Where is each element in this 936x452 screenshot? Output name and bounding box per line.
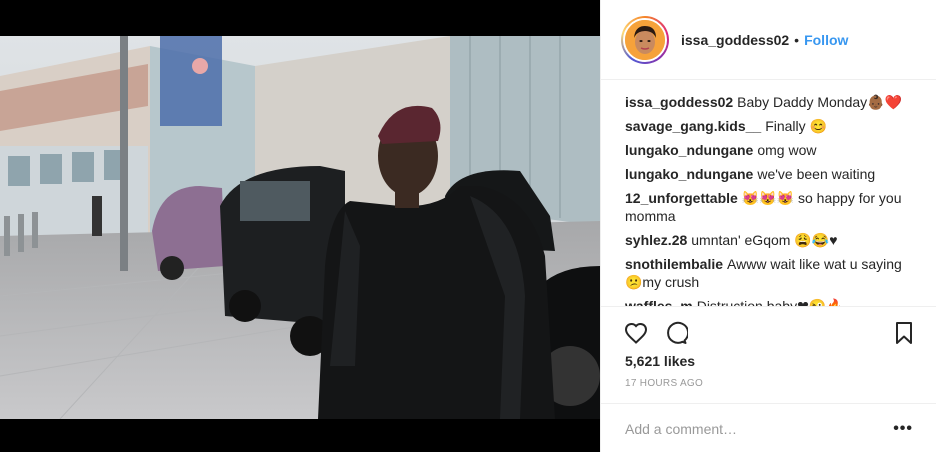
heart-icon[interactable] <box>623 320 649 346</box>
header-username[interactable]: issa_goddess02 <box>681 32 789 48</box>
more-options-icon[interactable]: ••• <box>893 420 913 438</box>
likes-count[interactable]: 5,621 likes <box>625 353 695 369</box>
avatar-image <box>623 17 667 62</box>
comment-item: waffles_m Distruction baby❤😜🔥 <box>625 297 915 306</box>
comment-item: savage_gang.kids__ Finally 😊 <box>625 117 915 135</box>
post-timestamp[interactable]: 17 HOURS AGO <box>625 378 703 389</box>
comment-item: issa_goddess02 Baby Daddy Monday👶🏾❤️ <box>625 93 915 111</box>
comment-text: Distruction baby❤😜🔥 <box>696 298 844 306</box>
comment-text: we've been waiting <box>757 166 876 182</box>
comment-username[interactable]: 12_unforgettable <box>625 190 738 206</box>
bookmark-icon[interactable] <box>891 320 917 346</box>
post-sidebar: issa_goddess02 • Follow issa_goddess02 Ba… <box>600 0 936 452</box>
comment-username[interactable]: snothilembalie <box>625 256 723 272</box>
comment-item: lungako_ndungane we've been waiting <box>625 165 915 183</box>
comment-item: 12_unforgettable 😻😻😻 so happy for you mom… <box>625 189 915 225</box>
comment-username[interactable]: savage_gang.kids__ <box>625 118 761 134</box>
comment-username[interactable]: waffles_m <box>625 298 693 306</box>
comment-text: Baby Daddy Monday👶🏾❤️ <box>737 94 902 110</box>
post-photo[interactable] <box>0 36 600 419</box>
comments-list: issa_goddess02 Baby Daddy Monday👶🏾❤️ sava… <box>601 80 936 306</box>
comment-bubble-icon[interactable] <box>663 320 689 346</box>
comment-username[interactable]: syhlez.28 <box>625 232 687 248</box>
comment-item: snothilembalie Awww wait like wat u sayin… <box>625 255 915 291</box>
photo-pane <box>0 0 600 452</box>
post-actions: 5,621 likes 17 HOURS AGO ••• <box>601 306 936 452</box>
comment-username[interactable]: issa_goddess02 <box>625 94 733 110</box>
comment-item: lungako_ndungane omg wow <box>625 141 915 159</box>
street-scene-image <box>0 36 600 419</box>
follow-button[interactable]: Follow <box>804 32 848 48</box>
action-icons <box>623 319 917 347</box>
comment-text: omg wow <box>757 142 817 158</box>
avatar[interactable] <box>621 15 669 64</box>
separator-dot: • <box>794 31 800 48</box>
comment-item: syhlez.28 umntan' eGqom 😩😂♥ <box>625 231 915 249</box>
comment-username[interactable]: lungako_ndungane <box>625 166 753 182</box>
add-comment-bar: ••• <box>601 403 936 452</box>
post-header: issa_goddess02 • Follow <box>601 0 936 80</box>
comment-text: Finally 😊 <box>765 118 827 134</box>
comment-input[interactable] <box>625 420 894 437</box>
comment-username[interactable]: lungako_ndungane <box>625 142 753 158</box>
comment-text: umntan' eGqom 😩😂♥ <box>691 232 838 248</box>
